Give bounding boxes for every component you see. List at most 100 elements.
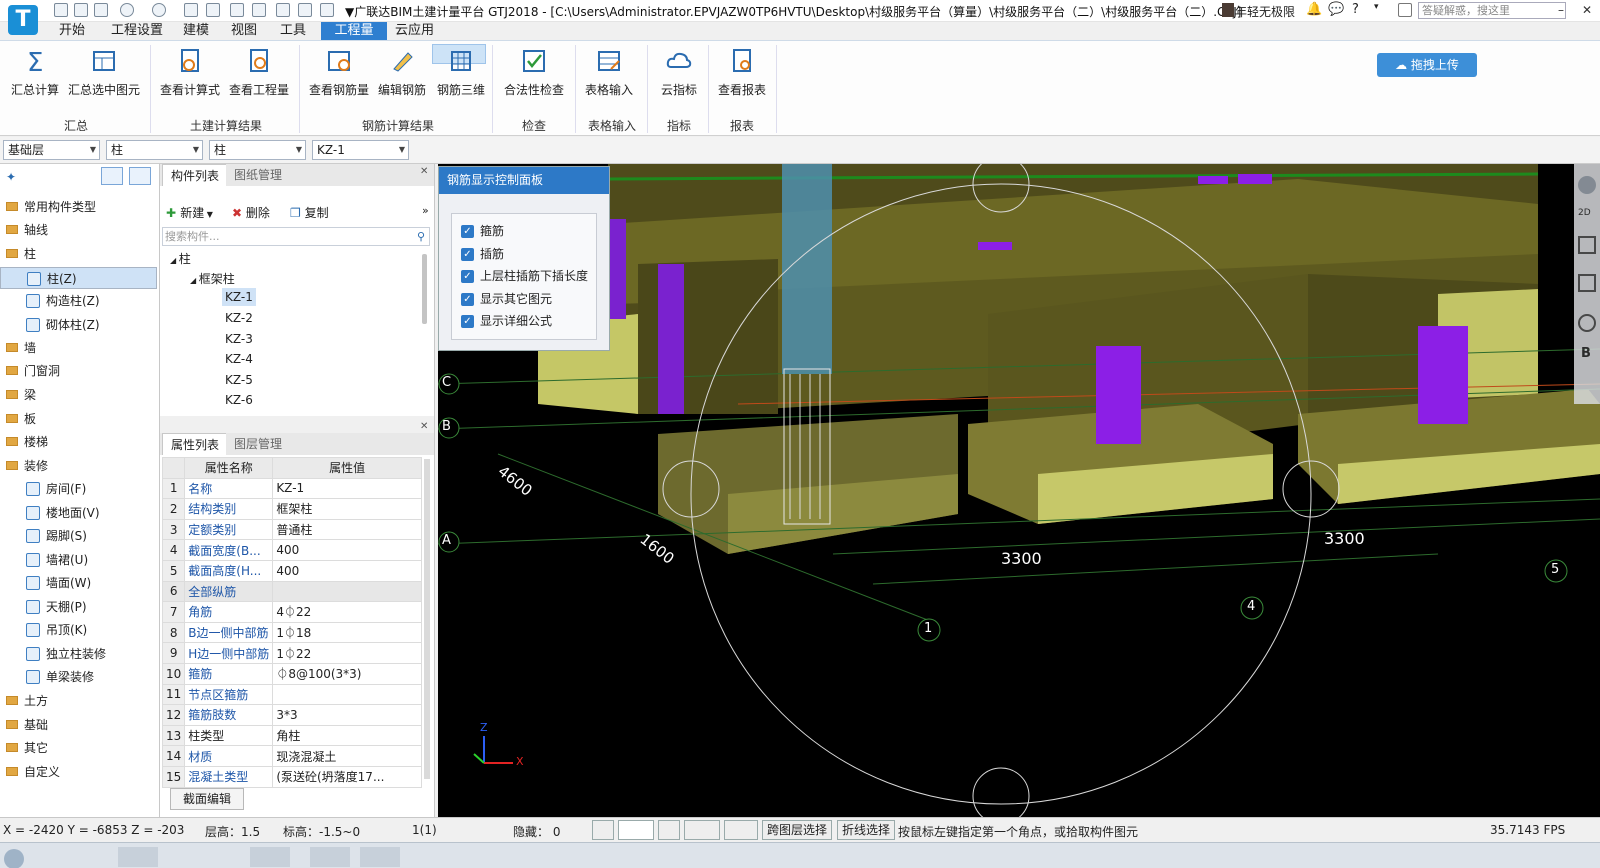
tree-item-kz5[interactable]: KZ-5 <box>225 373 253 387</box>
taskbar-app[interactable] <box>250 847 290 867</box>
drag-upload-button[interactable]: ☁ 拖拽上传 <box>1377 53 1477 77</box>
view-2d-icon[interactable]: 2D <box>1578 208 1591 218</box>
start-icon[interactable] <box>4 849 24 868</box>
taskbar-app[interactable] <box>118 847 158 867</box>
save-icon[interactable] <box>54 3 68 17</box>
tree-item-kz6[interactable]: KZ-6 <box>225 393 253 407</box>
angle-icon[interactable] <box>684 820 720 840</box>
tab-view[interactable]: 视图 <box>223 22 265 40</box>
prop-value[interactable]: ⏀8@100(3*3) <box>272 662 422 685</box>
tree-item-kz4[interactable]: KZ-4 <box>225 352 253 366</box>
tree-root-column[interactable]: ◢ 柱 <box>170 250 191 267</box>
user-name[interactable]: 年轻无极限 <box>1235 3 1295 20</box>
copy-button[interactable]: ❐ 复制 <box>290 204 329 221</box>
table-row[interactable]: 8 B边一侧中部筋 1⏀18 <box>161 621 422 644</box>
help-dropdown-icon[interactable]: ▾ <box>1374 2 1379 12</box>
cube-icon[interactable] <box>1578 236 1596 254</box>
prop-value[interactable]: 3*3 <box>272 704 422 726</box>
edit-rebar-button[interactable]: 编辑钢筋 <box>375 45 429 101</box>
list-scrollbar[interactable] <box>422 254 427 324</box>
cross-layer-button[interactable]: 跨图层选择 <box>762 820 833 840</box>
bell-icon[interactable]: 🔔 <box>1306 2 1322 17</box>
export-icon[interactable] <box>320 3 334 17</box>
open-file-icon[interactable] <box>94 3 108 17</box>
table-row[interactable]: 13 柱类型 角柱 <box>161 724 422 747</box>
floor-select[interactable]: 基础层 ▼ <box>3 140 100 160</box>
table-row[interactable]: 6 全部纵筋 <box>161 580 422 603</box>
table-row[interactable]: 2 结构类别 框架柱 <box>161 498 422 520</box>
table-row[interactable]: 5 截面高度(H... 400 <box>161 559 422 582</box>
tab-project-settings[interactable]: 工程设置 <box>103 22 171 40</box>
grid-view-icon[interactable] <box>129 167 151 185</box>
tab-modeling[interactable]: 建模 <box>175 22 217 40</box>
table-row[interactable]: 11 节点区箍筋 <box>161 683 422 706</box>
nav-ceiling[interactable]: 天棚(P) <box>0 596 157 618</box>
table-row[interactable]: 3 定额类别 普通柱 <box>161 518 422 541</box>
orbit-icon[interactable] <box>1578 176 1596 194</box>
new-button[interactable]: ✚ 新建 ▼ <box>166 204 213 221</box>
nav-room[interactable]: 房间(F) <box>0 478 157 500</box>
legality-check-button[interactable]: 合法性检查 <box>500 45 568 101</box>
rect-select-icon[interactable] <box>618 820 654 840</box>
pin-icon[interactable]: ✦ <box>6 170 16 184</box>
snap-icon[interactable] <box>724 820 758 840</box>
table-icon[interactable] <box>184 3 198 17</box>
table-row[interactable]: 1 名称 KZ-1 <box>161 477 422 500</box>
tab-cloud[interactable]: 云应用 <box>387 22 442 40</box>
prop-value[interactable]: 1⏀18 <box>272 621 422 644</box>
close-icon[interactable]: ✕ <box>1576 1 1598 19</box>
3d-viewport[interactable]: C B A 1 4 5 4600 1600 3300 3300 Z X 2D B <box>438 164 1600 817</box>
option-dowel[interactable]: ✓ 插筋 <box>461 246 504 262</box>
tab-property-list[interactable]: 属性列表 <box>162 433 229 455</box>
prop-value[interactable]: 1⏀22 <box>272 642 422 664</box>
orthogonal-icon[interactable] <box>592 820 614 840</box>
view-quantity-button[interactable]: 查看工程量 <box>226 45 292 101</box>
type-select[interactable]: 柱 ▼ <box>209 140 306 160</box>
redo-icon[interactable] <box>152 3 166 17</box>
prop-value[interactable]: 4⏀22 <box>272 601 422 623</box>
prop-value[interactable]: 400 <box>272 539 422 561</box>
summary-calc-button[interactable]: Σ 汇总计算 <box>6 45 64 101</box>
view-formula-button[interactable]: 查看计算式 <box>158 45 222 101</box>
panel-splitter[interactable] <box>160 416 435 433</box>
close-icon[interactable]: ✕ <box>420 166 428 177</box>
undo-icon[interactable] <box>120 3 134 17</box>
calc-icon[interactable] <box>206 3 220 17</box>
grid-icon[interactable] <box>298 3 312 17</box>
list-view-icon[interactable] <box>101 167 123 185</box>
nav-earthwork[interactable]: 土方 <box>0 690 157 712</box>
component-search-input[interactable]: 搜索构件... ⚲ <box>162 227 430 246</box>
tree-item-kz2[interactable]: KZ-2 <box>225 311 253 325</box>
category-select[interactable]: 柱 ▼ <box>106 140 203 160</box>
nav-axis[interactable]: 轴线 <box>0 219 157 241</box>
qa-search-input[interactable]: 答疑解惑，搜这里 <box>1418 2 1566 19</box>
prop-value[interactable] <box>272 580 422 603</box>
table-row[interactable]: 4 截面宽度(B... 400 <box>161 539 422 561</box>
nav-wall-surface[interactable]: 墙面(W) <box>0 572 157 594</box>
option-show-formula[interactable]: ✓ 显示详细公式 <box>461 313 552 329</box>
tab-quantity[interactable]: 工程量 <box>321 22 387 40</box>
report-icon[interactable] <box>252 3 266 17</box>
nav-stairs[interactable]: 楼梯 <box>0 431 157 453</box>
tab-component-list[interactable]: 构件列表 <box>162 164 229 186</box>
property-scrollbar[interactable] <box>424 459 430 779</box>
table-row[interactable]: 7 角筋 4⏀22 <box>161 601 422 623</box>
table-row[interactable]: 9 H边一侧中部筋 1⏀22 <box>161 642 422 664</box>
prop-value[interactable]: 400 <box>272 559 422 582</box>
nav-door-window[interactable]: 门窗洞 <box>0 360 157 382</box>
delete-button[interactable]: ✖ 删除 <box>232 204 270 221</box>
view-rebar-button[interactable]: 查看钢筋量 <box>306 45 372 101</box>
tree-group-frame-column[interactable]: ◢ 框架柱 <box>190 270 235 287</box>
table-row[interactable]: 10 箍筋 ⏀8@100(3*3) <box>161 662 422 685</box>
dim-icon[interactable] <box>276 3 290 17</box>
nav-suspended-ceiling[interactable]: 吊顶(K) <box>0 619 157 641</box>
nav-wall[interactable]: 墙 <box>0 337 157 359</box>
rotate-icon[interactable] <box>1578 314 1596 332</box>
view-report-button[interactable]: 查看报表 <box>714 45 770 101</box>
tree-item-kz3[interactable]: KZ-3 <box>225 332 253 346</box>
cross-icon[interactable] <box>658 820 680 840</box>
nav-constructional-column[interactable]: 构造柱(Z) <box>0 290 157 312</box>
option-show-other[interactable]: ✓ 显示其它图元 <box>461 291 552 307</box>
nav-foundation[interactable]: 基础 <box>0 714 157 736</box>
prop-value[interactable] <box>272 683 422 706</box>
